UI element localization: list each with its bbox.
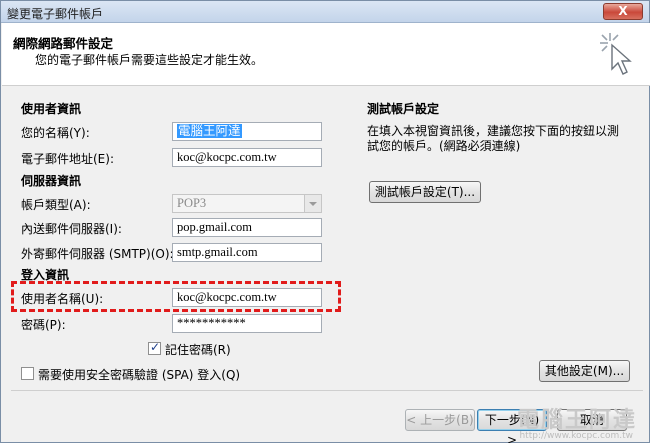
dialog-header: 網際網路郵件設定 您的電子郵件帳戶需要這些設定才能生效。 [2,23,650,86]
close-button[interactable]: X [603,3,643,20]
test-account-button[interactable]: 測試帳戶設定(T)... [369,181,481,203]
back-button[interactable]: < 上一步(B) [405,409,475,431]
remember-password-checkbox[interactable] [148,340,161,355]
test-settings-description: 在填入本視窗資訊後，建議您按下面的按鈕以測試您的帳戶。(網路必須連線) [367,124,620,153]
email-label: 電子郵件地址(E): [21,152,114,166]
incoming-server-input[interactable]: pop.gmail.com [172,218,322,237]
cursor-click-icon [600,33,632,75]
username-highlight-box [11,281,341,312]
password-input[interactable]: *********** [172,314,322,333]
header-description: 您的電子郵件帳戶需要這些設定才能生效。 [35,53,264,67]
name-input[interactable]: 電腦王阿達 [172,122,322,141]
account-type-value: POP3 [177,196,207,210]
window-title: 變更電子郵件帳戶 [7,7,104,21]
server-info-heading: 伺服器資訊 [21,174,82,188]
title-bar: 變更電子郵件帳戶 X [1,1,649,23]
user-info-heading: 使用者資訊 [21,102,82,116]
spa-label[interactable]: 需要使用安全密碼驗證 (SPA) 登入(Q) [38,366,240,383]
account-type-select[interactable]: POP3 [172,194,322,213]
more-settings-button[interactable]: 其他設定(M)... [539,360,630,382]
incoming-server-label: 內送郵件伺服器(I): [21,222,122,236]
outgoing-server-label: 外寄郵件伺服器 (SMTP)(O): [21,247,174,261]
password-label: 密碼(P): [21,318,66,332]
spa-checkbox[interactable] [21,367,34,380]
email-input[interactable]: koc@kocpc.com.tw [172,148,322,167]
change-email-account-dialog: 變更電子郵件帳戶 X 網際網路郵件設定 您的電子郵件帳戶需要這些設定才能生效。 … [0,0,650,443]
remember-password-label[interactable]: 記住密碼(R) [165,341,231,358]
settings-panel: 使用者資訊 您的名稱(Y): 電腦王阿達 電子郵件地址(E): koc@kocp… [11,89,643,391]
name-value: 電腦王阿達 [177,124,242,138]
outgoing-server-input[interactable]: smtp.gmail.com [172,243,322,262]
name-label: 您的名稱(Y): [21,126,90,140]
watermark-url: http://www.kocpc.com.tw [519,431,633,441]
test-settings-heading: 測試帳戶設定 [367,102,440,116]
account-type-label: 帳戶類型(A): [21,198,91,212]
watermark-logo: 電腦王阿達 [516,408,637,433]
header-title: 網際網路郵件設定 [13,36,114,51]
chevron-down-icon [304,195,321,212]
